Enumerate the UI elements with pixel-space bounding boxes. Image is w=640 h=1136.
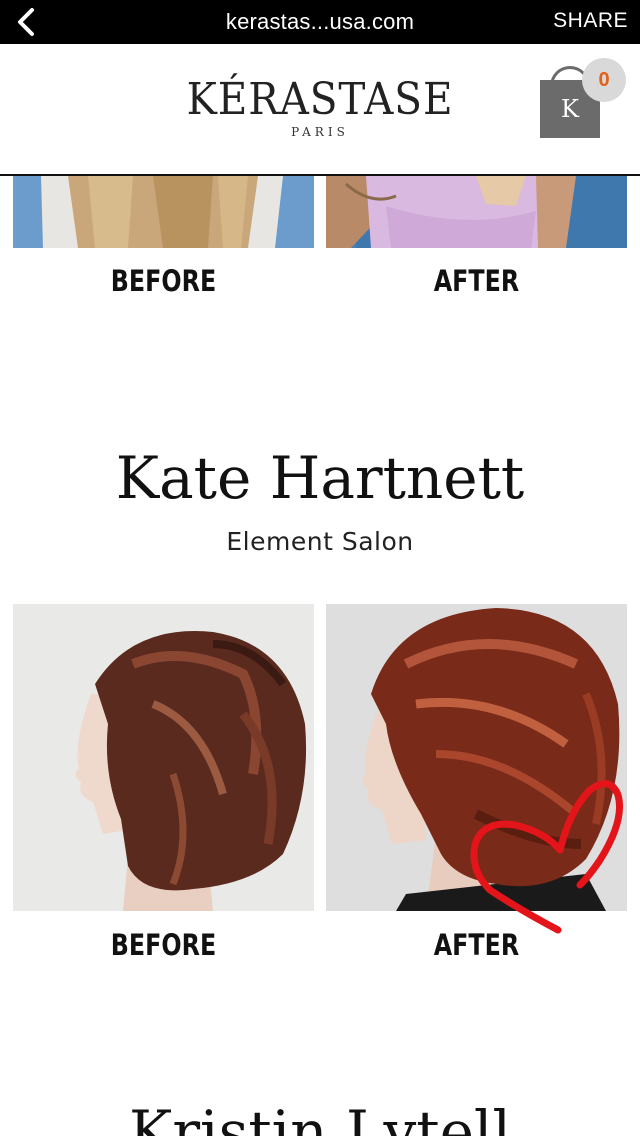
- next-stylist-name: Kristin Lytell: [0, 1098, 640, 1136]
- next-stylist-name-text: Kristin Lytell: [128, 1098, 511, 1136]
- after-caption: AFTER: [433, 928, 520, 962]
- salon-name[interactable]: Element Salon: [0, 527, 640, 556]
- before-caption-top: BEFORE: [110, 264, 217, 298]
- before-caption: BEFORE: [110, 928, 217, 962]
- browser-bar: kerastas...usa.com SHARE: [0, 0, 640, 44]
- stylist-name: Kate Hartnett: [115, 444, 525, 512]
- cart-letter: K: [561, 95, 579, 123]
- share-button[interactable]: SHARE: [553, 9, 628, 33]
- cart-count-badge: 0: [582, 58, 626, 102]
- heart-annotation: [470, 780, 624, 934]
- after-photo-top: [326, 176, 627, 248]
- before-photo: [13, 604, 314, 911]
- after-caption-top: AFTER: [433, 264, 520, 298]
- url-text[interactable]: kerastas...usa.com: [0, 9, 640, 35]
- site-header: KÉRASTASE PARIS K 0: [0, 44, 640, 176]
- before-photo-top: [13, 176, 314, 248]
- logo-wordmark: KÉRASTASE: [186, 74, 454, 125]
- cart-button[interactable]: K 0: [540, 58, 626, 146]
